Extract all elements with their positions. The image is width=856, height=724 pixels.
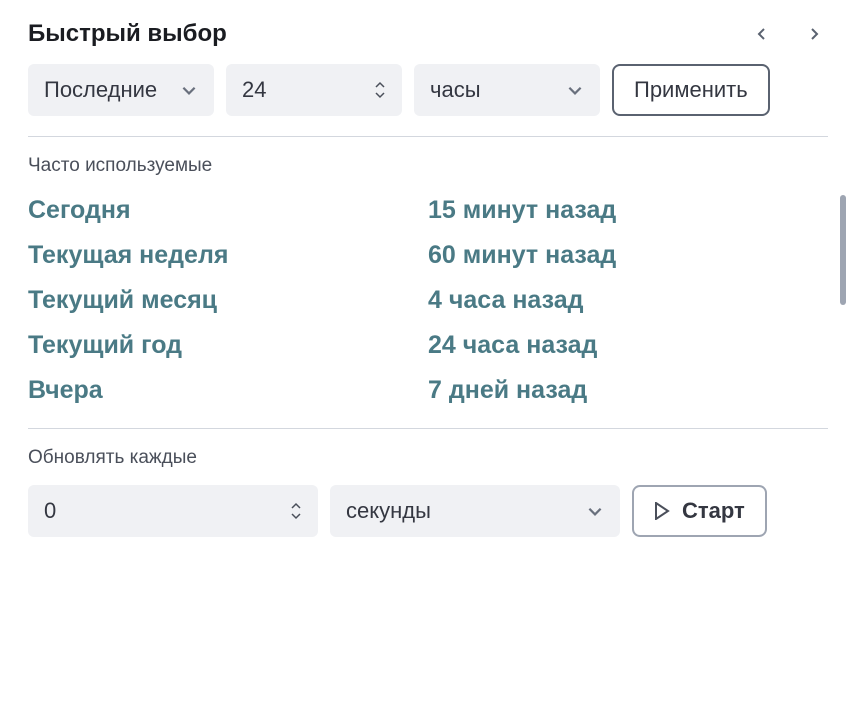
chevron-down-icon bbox=[566, 81, 584, 99]
time-unit-value: часы bbox=[430, 77, 481, 103]
chevron-down-icon bbox=[180, 81, 198, 99]
tense-select-value: Последние bbox=[44, 77, 157, 103]
time-unit-select[interactable]: часы bbox=[414, 64, 600, 116]
refresh-value-input[interactable]: 0 bbox=[28, 485, 318, 537]
stepper-controls bbox=[374, 80, 386, 100]
stepper-controls bbox=[290, 501, 302, 521]
preset-today[interactable]: Сегодня bbox=[28, 193, 428, 228]
chevron-up-icon bbox=[375, 81, 385, 89]
preset-60min[interactable]: 60 минут назад bbox=[428, 238, 828, 273]
start-button[interactable]: Старт bbox=[632, 485, 767, 537]
stepper-down[interactable] bbox=[290, 511, 302, 521]
tense-select[interactable]: Последние bbox=[28, 64, 214, 116]
play-icon bbox=[654, 502, 670, 520]
next-button[interactable] bbox=[800, 20, 828, 48]
divider bbox=[28, 428, 828, 429]
preset-24hours[interactable]: 24 часа назад bbox=[428, 328, 828, 363]
stepper-up[interactable] bbox=[290, 501, 302, 511]
preset-this-month[interactable]: Текущий месяц bbox=[28, 283, 428, 318]
preset-15min[interactable]: 15 минут назад bbox=[428, 193, 828, 228]
preset-7days[interactable]: 7 дней назад bbox=[428, 373, 828, 408]
chevron-down-icon bbox=[291, 512, 301, 520]
chevron-up-icon bbox=[291, 502, 301, 510]
refresh-unit-value: секунды bbox=[346, 498, 431, 524]
divider bbox=[28, 136, 828, 137]
page-title: Быстрый выбор bbox=[28, 20, 227, 48]
commonly-used-title: Часто используемые bbox=[28, 155, 828, 177]
time-value-input[interactable]: 24 bbox=[226, 64, 402, 116]
chevron-right-icon bbox=[806, 26, 822, 42]
chevron-down-icon bbox=[586, 502, 604, 520]
preset-this-year[interactable]: Текущий год bbox=[28, 328, 428, 363]
apply-button[interactable]: Применить bbox=[612, 64, 770, 116]
time-value: 24 bbox=[242, 77, 266, 103]
preset-4hours[interactable]: 4 часа назад bbox=[428, 283, 828, 318]
preset-yesterday[interactable]: Вчера bbox=[28, 373, 428, 408]
stepper-down[interactable] bbox=[374, 90, 386, 100]
stepper-up[interactable] bbox=[374, 80, 386, 90]
preset-this-week[interactable]: Текущая неделя bbox=[28, 238, 428, 273]
start-button-label: Старт bbox=[682, 498, 745, 524]
chevron-down-icon bbox=[375, 91, 385, 99]
chevron-left-icon bbox=[754, 26, 770, 42]
scrollbar[interactable] bbox=[840, 195, 846, 305]
refresh-unit-select[interactable]: секунды bbox=[330, 485, 620, 537]
refresh-title: Обновлять каждые bbox=[28, 447, 828, 469]
refresh-value: 0 bbox=[44, 498, 56, 524]
previous-button[interactable] bbox=[748, 20, 776, 48]
